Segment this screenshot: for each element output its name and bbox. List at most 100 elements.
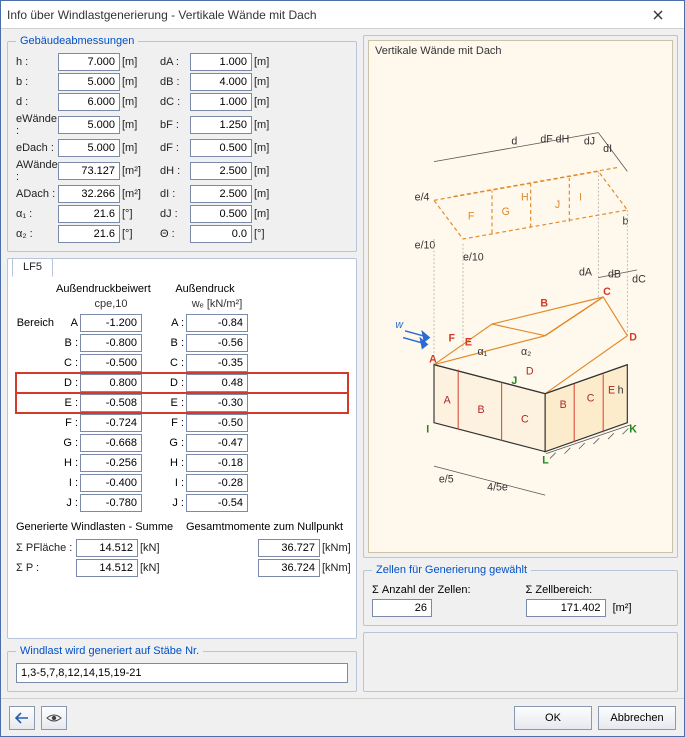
dimension-label: [°] <box>252 228 274 240</box>
coef-row: H :-0.256H :-0.18 <box>16 453 348 473</box>
header-cpe: Außendruckbeiwert <box>56 283 142 295</box>
cells-grid: Σ Anzahl der Zellen: 26 Σ Zellbereich: 1… <box>372 582 669 617</box>
dimension-value: 21.6 <box>58 225 120 243</box>
cpe-value: -0.800 <box>80 334 142 352</box>
dimension-value: 1.000 <box>190 93 252 111</box>
zone-key: H : <box>56 457 80 469</box>
svg-text:dB: dB <box>608 268 621 280</box>
dimension-value: 1.250 <box>190 116 252 134</box>
dialog-window: Info über Windlastgenerierung - Vertikal… <box>0 0 685 737</box>
load-case-tab-host: LF5 Außendruckbeiwert Außendruck cpe,10 … <box>7 258 357 639</box>
dimension-value: 1.000 <box>190 53 252 71</box>
dimension-value: 0.500 <box>190 205 252 223</box>
tab-lf5[interactable]: LF5 <box>12 258 53 277</box>
dimensions-legend: Gebäudeabmessungen <box>16 35 138 47</box>
zone-key: I : <box>162 477 186 489</box>
sum-value: 36.724 <box>258 559 320 577</box>
svg-text:H: H <box>521 191 529 203</box>
cancel-button[interactable]: Abbrechen <box>598 706 676 730</box>
dialog-body: Gebäudeabmessungen h :7.000[m]dA :1.000[… <box>1 29 684 698</box>
zone-key: E : <box>162 397 186 409</box>
svg-text:C: C <box>586 392 594 404</box>
dimension-value: 5.000 <box>58 116 120 134</box>
view-button[interactable] <box>41 706 67 730</box>
coef-row: F :-0.724F :-0.50 <box>16 413 348 433</box>
building-dimensions-group: Gebäudeabmessungen h :7.000[m]dA :1.000[… <box>7 35 357 252</box>
dimension-label: [m] <box>120 76 142 88</box>
dimension-value: 4.000 <box>190 73 252 91</box>
dimension-label: b : <box>16 76 58 88</box>
dimension-label: α₁ : <box>16 208 58 220</box>
svg-text:E: E <box>464 336 471 348</box>
svg-text:I: I <box>579 191 582 203</box>
cpe-value: 0.800 <box>80 374 142 392</box>
coef-row: BereichA-1.200A :-0.84 <box>16 313 348 333</box>
we-value: -0.18 <box>186 454 248 472</box>
svg-text:dF dH: dF dH <box>540 133 569 145</box>
sum-title-left: Generierte Windlasten - Summe <box>16 521 178 533</box>
we-value: 0.48 <box>186 374 248 392</box>
dimension-label: [m] <box>120 119 142 131</box>
ok-button[interactable]: OK <box>514 706 592 730</box>
svg-text:A: A <box>429 353 437 365</box>
generated-legend: Windlast wird generiert auf Stäbe Nr. <box>16 645 203 657</box>
empty-group <box>363 632 678 692</box>
building-diagram-icon: F G H J I d dF dH dJ dI <box>376 97 666 497</box>
dimension-label: [m] <box>252 56 274 68</box>
coef-row: B :-0.800B :-0.56 <box>16 333 348 353</box>
dimension-label: [m] <box>252 165 274 177</box>
we-value: -0.30 <box>186 394 248 412</box>
cells-legend: Zellen für Generierung gewählt <box>372 564 531 576</box>
dimension-label: d : <box>16 96 58 108</box>
close-button[interactable] <box>638 4 678 26</box>
close-icon <box>653 10 663 20</box>
right-column: Vertikale Wände mit Dach F G H <box>363 35 678 692</box>
svg-text:E: E <box>608 384 615 396</box>
zone-key: B : <box>162 337 186 349</box>
members-input[interactable]: 1,3-5,7,8,12,14,15,19-21 <box>16 663 348 683</box>
sum-value: 36.727 <box>258 539 320 557</box>
cpe-value: -0.508 <box>80 394 142 412</box>
sum-value: 14.512 <box>76 559 138 577</box>
svg-text:dC: dC <box>632 273 646 285</box>
svg-text:J: J <box>511 375 517 387</box>
dimensions-grid: h :7.000[m]dA :1.000[m]b :5.000[m]dB :4.… <box>16 53 348 243</box>
dimension-value: 73.127 <box>58 162 120 180</box>
svg-text:e/10: e/10 <box>414 239 435 251</box>
svg-text:w: w <box>395 318 404 330</box>
svg-text:G: G <box>501 205 509 217</box>
svg-text:α₁: α₁ <box>477 346 487 358</box>
svg-text:I: I <box>426 423 429 435</box>
zone-key: E : <box>56 397 80 409</box>
zone-key: I : <box>56 477 80 489</box>
dimension-label: [m²] <box>120 165 142 177</box>
dimension-label: dH : <box>160 165 190 177</box>
svg-text:4/5e: 4/5e <box>487 481 508 493</box>
sum-value: 14.512 <box>76 539 138 557</box>
zone-key: C : <box>162 357 186 369</box>
window-title: Info über Windlastgenerierung - Vertikal… <box>7 8 638 22</box>
area-label: Bereich <box>16 317 56 329</box>
coef-header: Außendruckbeiwert Außendruck <box>16 283 348 295</box>
svg-text:e/4: e/4 <box>414 191 429 203</box>
left-column: Gebäudeabmessungen h :7.000[m]dA :1.000[… <box>7 35 357 692</box>
dimension-label: [m] <box>252 119 274 131</box>
coef-row: I :-0.400I :-0.28 <box>16 473 348 493</box>
coef-subheader: cpe,10 wₑ [kN/m²] <box>16 298 348 310</box>
cells-count-label: Σ Anzahl der Zellen: <box>372 584 516 596</box>
dimension-label: α₂ : <box>16 228 58 240</box>
svg-text:F: F <box>448 332 455 344</box>
svg-text:h: h <box>617 384 623 396</box>
coef-row: D :0.800D :0.48 <box>16 373 348 393</box>
dimension-label: [m] <box>252 142 274 154</box>
sum-label: Σ PFläche : <box>16 542 76 554</box>
dimension-value: 6.000 <box>58 93 120 111</box>
we-value: -0.84 <box>186 314 248 332</box>
diagram-canvas: Vertikale Wände mit Dach F G H <box>368 40 673 553</box>
svg-text:dA: dA <box>579 266 593 278</box>
back-button[interactable] <box>9 706 35 730</box>
dimension-label: dI : <box>160 188 190 200</box>
subheader-we: wₑ [kN/m²] <box>186 298 248 310</box>
svg-text:dJ: dJ <box>583 135 594 147</box>
cells-area-unit: [m²] <box>613 602 632 614</box>
